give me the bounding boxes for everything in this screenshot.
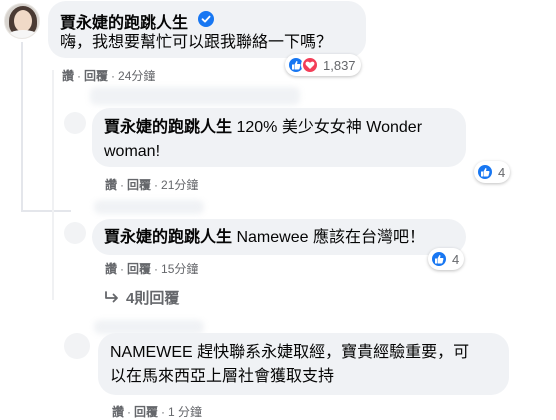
reply-text: 賈永婕的跑跳人生 Namewee 應該在台灣吧！ xyxy=(104,226,425,250)
blurred-area xyxy=(94,320,204,334)
reply-bubble: 賈永婕的跑跳人生 Namewee 應該在台灣吧！ xyxy=(92,219,466,255)
view-more-replies-label: 4則回覆 xyxy=(126,290,180,307)
reaction-summary[interactable]: 4 xyxy=(428,248,465,270)
reply-text-line2: woman! xyxy=(104,143,161,160)
reaction-count: 1,837 xyxy=(323,57,356,73)
reply-actions: 讚 · 回覆 · 21分鐘 xyxy=(105,178,199,192)
reply-link[interactable]: 回覆 xyxy=(84,69,108,83)
avatar[interactable] xyxy=(64,222,86,244)
verified-badge-icon xyxy=(198,11,214,27)
like-icon xyxy=(430,250,448,268)
reaction-summary[interactable]: 1,837 xyxy=(285,54,361,76)
avatar[interactable] xyxy=(4,3,40,39)
thread-line xyxy=(21,210,71,212)
comment-actions: 讚 · 回覆 · 1 分鐘 xyxy=(112,405,203,419)
reply-link[interactable]: 回覆 xyxy=(127,178,151,192)
thread-line xyxy=(52,70,54,300)
avatar[interactable] xyxy=(64,333,90,359)
comment-author[interactable]: 賈永婕的跑跳人生 xyxy=(60,9,188,33)
like-link[interactable]: 讚 xyxy=(105,178,117,192)
reply-arrow-icon xyxy=(105,290,118,302)
reply-text-line1: Namewee 應該在台灣吧！ xyxy=(236,229,425,246)
like-link[interactable]: 讚 xyxy=(105,262,117,276)
timestamp[interactable]: 1 分鐘 xyxy=(168,405,202,419)
reply-bubble: 賈永婕的跑跳人生 120% 美少女女神 Wonder woman! xyxy=(92,108,466,167)
reply-actions: 讚 · 回覆 · 15分鐘 xyxy=(105,262,199,276)
comment-text-line2: 以在馬來西亞上層社會獲取支持 xyxy=(110,368,335,385)
reply-author[interactable]: 賈永婕的跑跳人生 xyxy=(104,229,232,246)
comment-text: 嗨，我想要幫忙可以跟我聯絡一下嗎？ xyxy=(60,34,333,51)
reaction-summary[interactable]: 4 xyxy=(474,161,511,183)
like-link[interactable]: 讚 xyxy=(62,69,74,83)
timestamp[interactable]: 24分鐘 xyxy=(118,69,155,83)
reaction-count: 4 xyxy=(452,251,460,267)
view-more-replies[interactable]: 4則回覆 xyxy=(104,287,179,308)
comment-bubble: NAMEWEE 趕快聯系永婕取經，寶貴經驗重要，可 以在馬來西亞上層社會獲取支持 xyxy=(98,333,509,395)
comment-actions: 讚 · 回覆 · 24分鐘 xyxy=(62,69,156,83)
thread-line xyxy=(21,42,23,212)
like-link[interactable]: 讚 xyxy=(112,405,124,419)
avatar[interactable] xyxy=(64,112,86,134)
reply-link[interactable]: 回覆 xyxy=(127,262,151,276)
comment-bubble: 賈永婕的跑跳人生 嗨，我想要幫忙可以跟我聯絡一下嗎？ xyxy=(48,1,366,58)
love-icon xyxy=(301,56,319,74)
blurred-area xyxy=(90,87,300,105)
blurred-area xyxy=(94,200,204,214)
reply-text-line1: 120% 美少女女神 Wonder xyxy=(236,119,423,136)
reaction-count: 4 xyxy=(498,164,506,180)
comment-text-line1: NAMEWEE 趕快聯系永婕取經，寶貴經驗重要，可 xyxy=(110,344,470,361)
reply-text: 賈永婕的跑跳人生 120% 美少女女神 Wonder xyxy=(104,116,422,140)
reply-author[interactable]: 賈永婕的跑跳人生 xyxy=(104,119,232,136)
timestamp[interactable]: 21分鐘 xyxy=(161,178,198,192)
reply-link[interactable]: 回覆 xyxy=(134,405,158,419)
like-icon xyxy=(476,163,494,181)
timestamp[interactable]: 15分鐘 xyxy=(161,262,198,276)
